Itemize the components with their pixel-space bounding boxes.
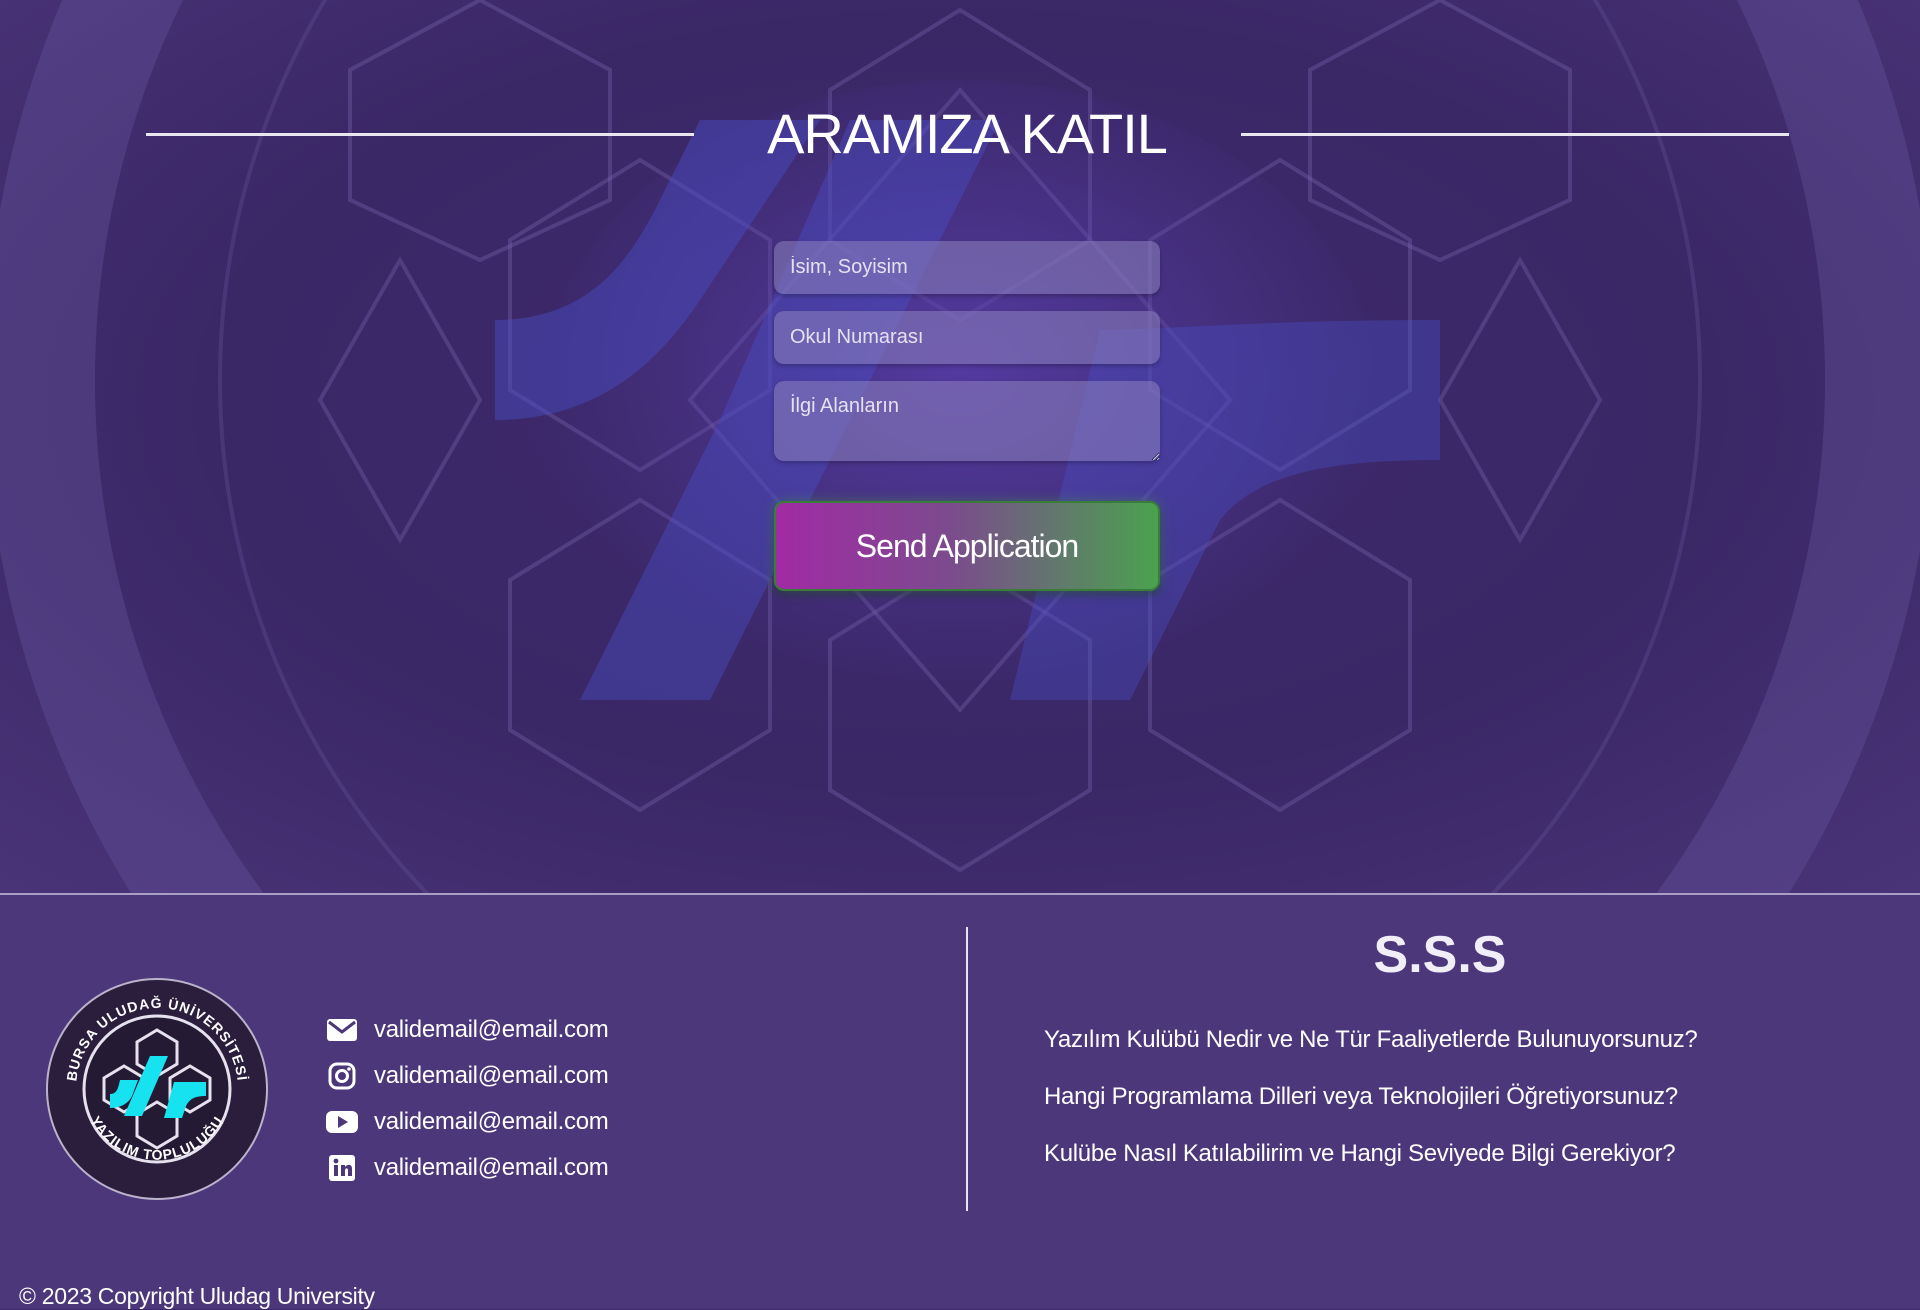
club-logo: BURSA ULUDAĞ ÜNİVERSİTESİ YAZILIM TOPLUL… xyxy=(46,978,268,1200)
application-form: Send Application xyxy=(774,241,1160,591)
footer-vertical-divider xyxy=(966,927,968,1211)
contact-item-email[interactable]: validemail@email.com xyxy=(324,1007,609,1053)
contact-item-instagram[interactable]: validemail@email.com xyxy=(324,1053,609,1099)
contact-item-linkedin[interactable]: validemail@email.com xyxy=(324,1145,609,1191)
linkedin-icon xyxy=(324,1150,360,1186)
join-us-heading-row: ARAMIZA KATIL xyxy=(0,95,1920,175)
faq-item[interactable]: Yazılım Kulübü Nedir ve Ne Tür Faaliyetl… xyxy=(1044,1025,1698,1082)
hero-section: ARAMIZA KATIL Send Application xyxy=(0,0,1920,895)
contact-item-youtube[interactable]: validemail@email.com xyxy=(324,1099,609,1145)
faq-title: S.S.S xyxy=(1373,926,1507,984)
contact-text: validemail@email.com xyxy=(374,1108,609,1135)
heading-line-left xyxy=(146,133,694,136)
page-title: ARAMIZA KATIL xyxy=(767,102,1168,165)
faq-list: Yazılım Kulübü Nedir ve Ne Tür Faaliyetl… xyxy=(1044,1025,1698,1196)
youtube-icon xyxy=(324,1104,360,1140)
school-number-input[interactable] xyxy=(774,311,1160,364)
heading-line-right xyxy=(1241,133,1789,136)
instagram-icon xyxy=(324,1058,360,1094)
contact-text: validemail@email.com xyxy=(374,1062,609,1089)
send-application-button[interactable]: Send Application xyxy=(774,501,1160,591)
contact-text: validemail@email.com xyxy=(374,1154,609,1181)
interests-textarea[interactable] xyxy=(774,381,1160,461)
faq-item[interactable]: Hangi Programlama Dilleri veya Teknoloji… xyxy=(1044,1082,1697,1139)
footer: BURSA ULUDAĞ ÜNİVERSİTESİ YAZILIM TOPLUL… xyxy=(0,895,1920,1309)
name-input[interactable] xyxy=(774,241,1160,294)
contact-list: validemail@email.com validemail@email.co… xyxy=(324,1007,609,1191)
copyright-text: © 2023 Copyright Uludag University xyxy=(19,1283,375,1309)
contact-text: validemail@email.com xyxy=(374,1016,609,1043)
faq-item[interactable]: Kulübe Nasıl Katılabilirim ve Hangi Sevi… xyxy=(1044,1139,1697,1196)
envelope-icon xyxy=(324,1012,360,1048)
